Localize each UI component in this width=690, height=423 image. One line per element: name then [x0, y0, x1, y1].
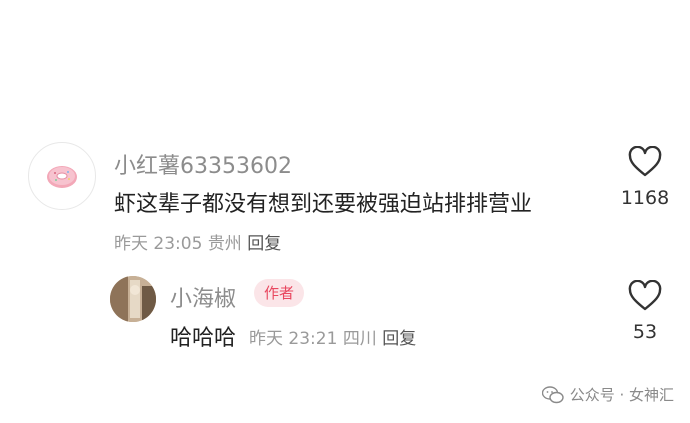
author-badge: 作者: [254, 279, 305, 307]
comment-time: 昨天 23:05: [114, 234, 203, 254]
comment-content: 虾这辈子都没有想到还要被强迫站排排营业: [114, 192, 533, 217]
watermark: 公众号 · 女神汇: [541, 384, 674, 405]
comment-meta: 昨天 23:05 贵州 回复: [114, 229, 281, 254]
comment-reply-button[interactable]: 回复: [247, 234, 281, 254]
reply-content: 哈哈哈: [170, 326, 237, 351]
photo-avatar-icon: [110, 276, 156, 322]
avatar[interactable]: [28, 142, 96, 210]
reply-like-count: 53: [632, 321, 658, 343]
reply-time: 昨天 23:21: [249, 329, 338, 349]
reply-avatar[interactable]: [110, 276, 156, 322]
heart-outline-icon[interactable]: [627, 280, 663, 312]
reply-username[interactable]: 小海椒: [170, 281, 236, 313]
comment-username[interactable]: 小红薯63353602: [114, 148, 292, 180]
donut-icon: [47, 166, 77, 188]
watermark-text: 公众号 · 女神汇: [569, 386, 674, 404]
reply-meta: 昨天 23:21 四川 回复: [249, 324, 416, 349]
wechat-icon: [541, 385, 564, 403]
heart-outline-icon[interactable]: [627, 146, 663, 178]
comment-like-count: 1168: [620, 187, 670, 209]
reply-reply-button[interactable]: 回复: [382, 329, 416, 349]
comment-location: 贵州: [207, 234, 242, 254]
reply-location: 四川: [342, 329, 377, 349]
